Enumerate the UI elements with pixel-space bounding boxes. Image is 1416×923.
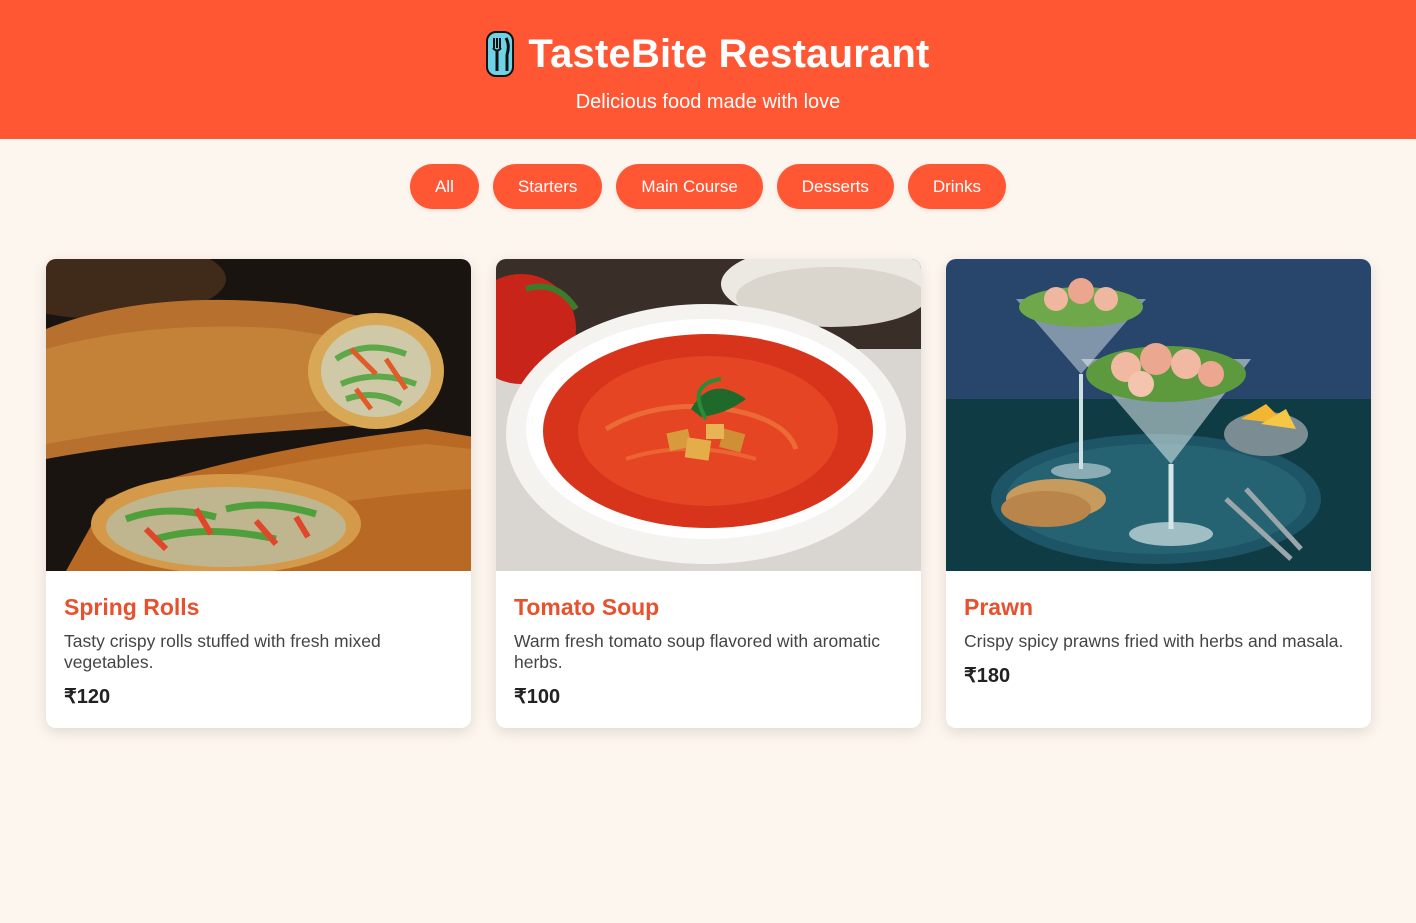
category-filters: All Starters Main Course Desserts Drinks [0, 164, 1416, 209]
fork-knife-icon [486, 31, 515, 77]
item-name: Prawn [964, 594, 1034, 620]
restaurant-tagline: Delicious food made with love [575, 91, 841, 113]
item-price: ₹120 [64, 686, 111, 708]
card-body: Prawn Crispy spicy prawns fried with her… [946, 571, 1371, 688]
prawn-image [946, 259, 1371, 571]
menu-card[interactable]: Prawn Crispy spicy prawns fried with her… [946, 259, 1371, 728]
site-header: TasteBite Restaurant Delicious food made… [0, 0, 1416, 139]
filter-starters-button[interactable]: Starters [492, 164, 603, 209]
filter-all-button[interactable]: All [409, 164, 479, 209]
item-price: ₹180 [964, 665, 1011, 687]
item-description: Tasty crispy rolls stuffed with fresh mi… [64, 631, 381, 672]
item-name: Spring Rolls [64, 594, 200, 620]
menu-card[interactable]: Tomato Soup Warm fresh tomato soup flavo… [496, 259, 921, 728]
item-price: ₹100 [514, 686, 561, 708]
tomato-soup-image [496, 259, 921, 571]
title-row: TasteBite Restaurant [0, 30, 1416, 78]
menu-card[interactable]: Spring Rolls Tasty crispy rolls stuffed … [46, 259, 471, 728]
menu-grid: Spring Rolls Tasty crispy rolls stuffed … [46, 259, 1371, 728]
card-body: Tomato Soup Warm fresh tomato soup flavo… [496, 571, 921, 709]
filter-desserts-button[interactable]: Desserts [776, 164, 894, 209]
filter-main-course-button[interactable]: Main Course [616, 164, 763, 209]
spring-rolls-image [46, 259, 471, 571]
item-name: Tomato Soup [514, 594, 660, 620]
card-body: Spring Rolls Tasty crispy rolls stuffed … [46, 571, 471, 709]
item-description: Warm fresh tomato soup flavored with aro… [514, 631, 881, 672]
restaurant-title: TasteBite Restaurant [528, 32, 930, 76]
item-description: Crispy spicy prawns fried with herbs and… [964, 631, 1344, 651]
filter-drinks-button[interactable]: Drinks [907, 164, 1007, 209]
